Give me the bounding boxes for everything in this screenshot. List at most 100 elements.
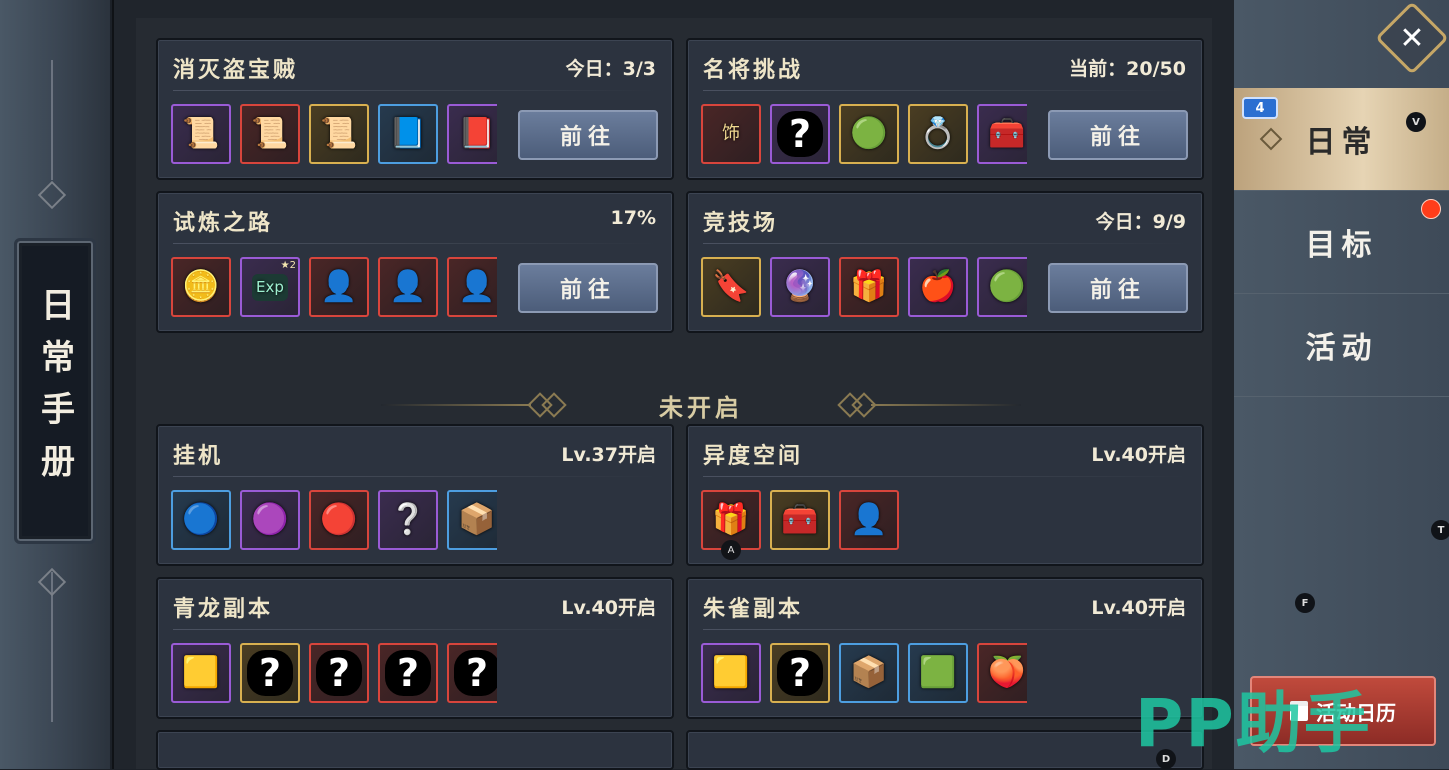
locked-section-divider: 未开启 xyxy=(381,380,1021,430)
gold-tablet-icon[interactable]: 🟨 xyxy=(701,643,761,703)
card-title: 青龙副本 xyxy=(173,597,274,622)
reward-list: 🪙 Exp ★2 👤 👤 👤 xyxy=(171,257,497,321)
chest-icon[interactable]: 🧰 xyxy=(770,490,830,550)
card-separator xyxy=(173,90,657,91)
reward-list: 🔖 🔮 🎁 🍎 🟢 xyxy=(701,257,1027,321)
hero-portrait-icon[interactable]: 👤 xyxy=(309,257,369,317)
card-title: 消灭盗宝贼 xyxy=(173,58,299,83)
red-box-icon[interactable]: 🎁 A xyxy=(701,490,761,560)
reward-list: 🔵 🟣 🔴 ❔ 📦 xyxy=(171,490,497,554)
go-button[interactable]: 前往 xyxy=(1048,263,1188,313)
scroll-icon[interactable]: 📜 xyxy=(240,104,300,164)
mystery-icon[interactable]: ? xyxy=(447,643,497,703)
chest-icon[interactable]: 🧰 xyxy=(977,104,1027,164)
nav-tab-goals[interactable]: 目标 xyxy=(1234,191,1449,294)
mystery-portrait-icon[interactable]: ❔ xyxy=(378,490,438,550)
tray-icon[interactable]: 📦 xyxy=(839,643,899,703)
task-card-bandit: 消灭盗宝贼 今日：3/3 📜 📜 📜 📘 📕 前往 xyxy=(156,38,674,180)
go-button[interactable]: 前往 xyxy=(1048,110,1188,160)
nav-tab-label: 目标 xyxy=(1305,228,1378,263)
blue-orb-icon[interactable]: 🔵 xyxy=(171,490,231,550)
scroll-icon[interactable]: 📜 xyxy=(309,104,369,164)
tray-icon[interactable]: 📦 xyxy=(447,490,497,550)
card-title: 竞技场 xyxy=(703,211,779,236)
mystery-icon[interactable]: ? xyxy=(770,643,830,703)
hero-portrait-icon[interactable]: 👤 xyxy=(839,490,899,550)
reward-list: 🟨???? xyxy=(171,643,497,707)
mystery-icon[interactable]: ? xyxy=(309,643,369,703)
jade-pendant-icon[interactable]: 🟢 xyxy=(839,104,899,164)
reward-list: 🎁 A 🧰 👤 xyxy=(701,490,1201,570)
card-status: 今日：9/9 xyxy=(1095,211,1186,233)
close-icon: ✕ xyxy=(1399,20,1425,56)
green-orb-icon[interactable]: 🟢 xyxy=(977,257,1027,317)
mystery-icon[interactable]: ? xyxy=(378,643,438,703)
jade-icon[interactable]: 🟩 xyxy=(908,643,968,703)
orb-icon[interactable]: 🔮 xyxy=(770,257,830,317)
task-card-partial xyxy=(686,730,1204,770)
card-title: 名将挑战 xyxy=(703,58,804,83)
card-status: Lv.37开启 xyxy=(561,444,656,466)
task-card-otherworld: 异度空间 Lv.40开启 🎁 A 🧰 👤 xyxy=(686,424,1204,566)
mystery-glyph: ? xyxy=(454,650,497,696)
nav-tab-events[interactable]: 活动 xyxy=(1234,294,1449,397)
book-icon[interactable]: 📕 xyxy=(447,104,497,164)
task-card-general-challenge: 名将挑战 当前：20/50 饰? 🟢 💍 🧰 前往 xyxy=(686,38,1204,180)
card-separator xyxy=(703,90,1187,91)
red-box-icon[interactable]: 🎁 xyxy=(839,257,899,317)
reward-list: 饰? 🟢 💍 🧰 xyxy=(701,104,1027,168)
main-panel: 消灭盗宝贼 今日：3/3 📜 📜 📜 📘 📕 前往 名将挑战 当前：20/50 饰? 🟢 💍… xyxy=(112,0,1234,770)
card-title: 试炼之路 xyxy=(173,211,274,236)
card-status: Lv.40开启 xyxy=(1091,444,1186,466)
exp-icon[interactable]: Exp ★2 xyxy=(240,257,300,317)
exp-glyph: Exp xyxy=(252,273,288,301)
card-title: 挂机 xyxy=(173,444,224,469)
fruit-icon[interactable]: 🍎 xyxy=(908,257,968,317)
star-count: ★2 xyxy=(280,260,296,271)
mystery-glyph: ? xyxy=(777,111,823,157)
card-title: 朱雀副本 xyxy=(703,597,804,622)
key-hint: V xyxy=(1406,112,1426,132)
hero-portrait-icon[interactable]: 👤 xyxy=(378,257,438,317)
divider-bar xyxy=(871,404,1021,406)
token-icon[interactable]: 🔖 xyxy=(701,257,761,317)
task-card-idle: 挂机 Lv.37开启 🔵 🟣 🔴 ❔ 📦 xyxy=(156,424,674,566)
purple-orb-icon[interactable]: 🟣 xyxy=(240,490,300,550)
mystery-glyph: ? xyxy=(385,650,431,696)
go-button[interactable]: 前往 xyxy=(518,110,658,160)
peach-icon[interactable]: 🍑 xyxy=(977,643,1027,703)
mystery-icon[interactable]: ? xyxy=(240,643,300,703)
reward-list: 🟨? 📦 🟩 🍑 xyxy=(701,643,1027,707)
task-card-arena: 竞技场 今日：9/9 🔖 🔮 🎁 🍎 🟢 前往 xyxy=(686,191,1204,333)
key-hint: F xyxy=(1295,593,1315,613)
card-status: Lv.40开启 xyxy=(561,597,656,619)
scroll-icon[interactable]: 📜 xyxy=(171,104,231,164)
book-icon[interactable]: 📘 xyxy=(378,104,438,164)
card-status: 17% xyxy=(610,207,656,229)
key-hint: T xyxy=(1431,520,1449,540)
ring-icon[interactable]: 💍 xyxy=(908,104,968,164)
card-separator xyxy=(703,243,1187,244)
card-separator xyxy=(173,243,657,244)
card-separator xyxy=(173,476,657,477)
task-card-trial-road: 试炼之路 17% 🪙 Exp ★2 👤 👤 👤 前往 xyxy=(156,191,674,333)
card-separator xyxy=(703,629,1187,630)
key-hint-a: A xyxy=(721,540,741,560)
red-orb-icon[interactable]: 🔴 xyxy=(309,490,369,550)
hero-portrait-icon[interactable]: 👤 xyxy=(447,257,497,317)
card-separator xyxy=(173,629,657,630)
mystery-glyph: ? xyxy=(316,650,362,696)
badge-glyph: 饰 xyxy=(722,123,740,144)
key-hint: D xyxy=(1156,749,1176,769)
nav-tab-label: 活动 xyxy=(1305,331,1378,366)
task-card-vermilion-bird: 朱雀副本 Lv.40开启 🟨? 📦 🟩 🍑 xyxy=(686,577,1204,719)
gold-tablet-icon[interactable]: 🟨 xyxy=(171,643,231,703)
card-separator xyxy=(703,476,1187,477)
go-button[interactable]: 前往 xyxy=(518,263,658,313)
decor-diamond xyxy=(37,180,67,210)
task-card-partial xyxy=(156,730,674,770)
decor-line xyxy=(51,60,53,180)
mystery-icon[interactable]: ? xyxy=(770,104,830,164)
coin-icon[interactable]: 🪙 xyxy=(171,257,231,317)
badge-icon[interactable]: 饰 xyxy=(701,104,761,164)
